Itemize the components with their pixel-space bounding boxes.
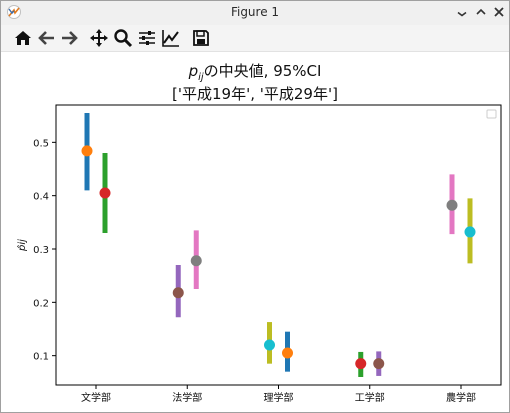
maximize-button[interactable] (474, 5, 488, 19)
home-button[interactable] (13, 28, 33, 48)
median-point (373, 358, 385, 370)
y-tick-label: 0.2 (33, 298, 49, 309)
pan-button[interactable] (89, 28, 109, 48)
median-point (81, 145, 93, 157)
median-point (99, 187, 111, 199)
back-button[interactable] (37, 28, 57, 48)
minimize-button[interactable] (455, 5, 469, 19)
x-tick-label: 農学部 (446, 391, 476, 404)
y-tick-label: 0.5 (33, 138, 49, 149)
sliders-icon (139, 31, 155, 45)
median-point (446, 199, 458, 211)
figure-canvas[interactable]: pijの中央値, 95%CI ['平成19年', '平成29年'] 0.1 0.2… (1, 52, 509, 412)
line-chart-icon (162, 30, 179, 47)
y-tick-label: 0.3 (33, 245, 49, 256)
median-point (464, 226, 476, 238)
median-point (190, 255, 202, 267)
arrow-left-icon (38, 31, 54, 45)
figure-window: Figure 1 pijの中央値, 95%CI ['平成19年', '平成29年… (0, 0, 510, 413)
save-button[interactable] (191, 28, 211, 48)
legend-box (486, 109, 497, 119)
edit-axis-button[interactable] (161, 28, 181, 48)
x-tick-label: 理学部 (264, 391, 294, 404)
x-tick-label: 法学部 (172, 391, 202, 404)
forward-button[interactable] (59, 28, 79, 48)
save-icon (193, 30, 209, 46)
home-icon (15, 31, 31, 45)
title-bar: Figure 1 (1, 1, 509, 26)
arrow-right-icon (62, 31, 78, 45)
x-tick-label: 工学部 (355, 391, 385, 404)
zoom-icon (114, 29, 133, 48)
axes-frame (55, 104, 502, 386)
median-point (264, 339, 275, 351)
subplots-button[interactable] (137, 28, 157, 48)
toolbar (1, 25, 509, 52)
close-button[interactable] (492, 5, 506, 19)
window-title: Figure 1 (230, 5, 280, 19)
zoom-button[interactable] (113, 28, 133, 48)
chart-svg: 0.1 0.2 0.3 0.4 0.5 文学部 法学部 理学部 工学部 農学部 p̂ij (16, 104, 502, 404)
move-icon (90, 29, 108, 47)
median-point (172, 287, 184, 299)
y-axis-label: p̂ij (16, 239, 28, 252)
x-tick-label: 文学部 (81, 391, 111, 404)
y-tick-label: 0.1 (33, 352, 49, 363)
median-point (282, 347, 293, 359)
median-point (355, 358, 367, 370)
y-tick-label: 0.4 (33, 192, 49, 203)
